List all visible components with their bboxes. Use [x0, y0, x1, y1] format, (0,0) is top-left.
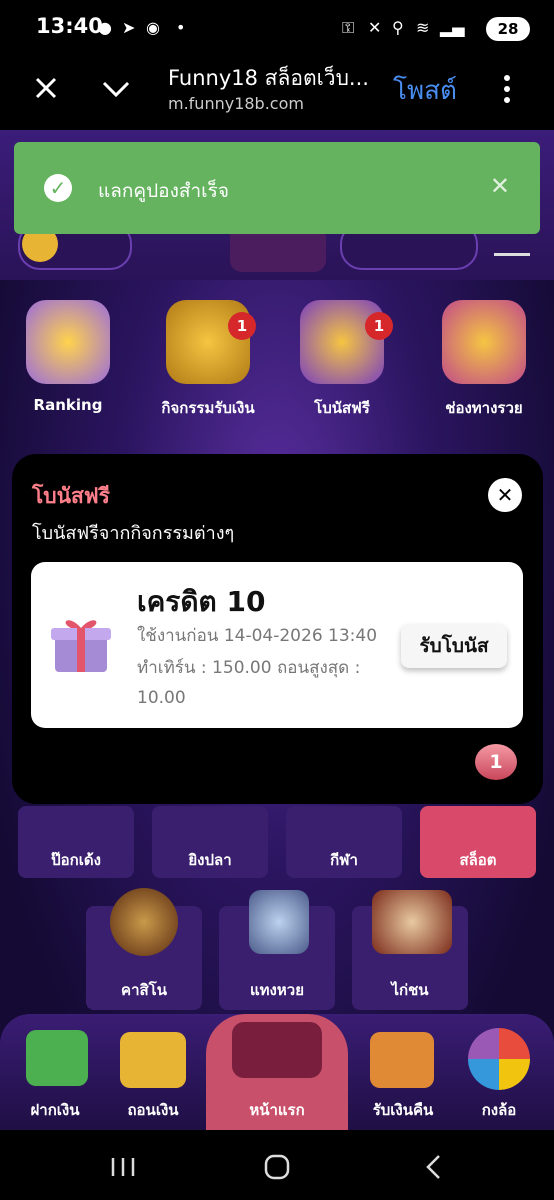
category-sports[interactable]: กีฬา: [286, 806, 402, 878]
coins-icon: [120, 1032, 186, 1088]
mute-icon: ✕: [368, 18, 382, 37]
bottom-nav: ฝากเงิน ถอนเงิน หน้าแรก รับเงินคืน กงล้อ: [0, 1014, 554, 1130]
browser-toolbar: Funny18 สล็อตเว็บ... m.funny18b.com โพสต…: [0, 60, 554, 130]
close-icon[interactable]: ✕: [490, 172, 510, 200]
system-nav-bar: [0, 1130, 554, 1200]
telegram-icon: ➤: [122, 18, 136, 37]
category-cockfight[interactable]: ไก่ชน: [352, 890, 468, 1010]
location-icon: ⚲: [392, 18, 404, 37]
expiry-text: ใช้งานก่อน 14-04-2026 13:40: [137, 626, 378, 646]
close-button[interactable]: ✕: [488, 478, 522, 512]
category-fishing[interactable]: ยิงปลา: [152, 806, 268, 878]
roulette-icon: [110, 888, 178, 956]
menu-rich-channel[interactable]: ช่องทางรวย: [424, 300, 544, 420]
nav-wheel[interactable]: กงล้อ: [444, 1014, 554, 1130]
recents-icon[interactable]: [110, 1156, 136, 1178]
dot-icon: •: [176, 18, 186, 37]
menu-label: Ranking: [33, 396, 103, 414]
treasure-icon: [300, 300, 384, 384]
modal-subtitle: โบนัสฟรีจากกิจกรรมต่างๆ: [32, 523, 235, 544]
menu-label: ช่องทางรวย: [445, 399, 523, 417]
line-icon: ◉: [146, 18, 160, 37]
category-pokdeng[interactable]: ป๊อกเด้ง: [18, 806, 134, 878]
chat-icon: ●: [98, 18, 112, 37]
success-toast: ✓ แลกคูปองสำเร็จ ✕: [14, 142, 540, 234]
check-icon: ✓: [44, 174, 72, 202]
menu-ranking[interactable]: Ranking: [8, 300, 128, 414]
coins-stack-icon: [442, 300, 526, 384]
battery-icon: 28: [486, 17, 530, 41]
trophy-icon: [26, 300, 110, 384]
category-casino[interactable]: คาสิโน: [86, 888, 202, 1010]
credit-amount: เครดิต 10: [137, 585, 266, 618]
nav-home[interactable]: หน้าแรก: [206, 1014, 348, 1130]
wifi-icon: ≋: [416, 18, 430, 37]
nav-withdraw[interactable]: ถอนเงิน: [98, 1014, 208, 1130]
menu-label: กิจกรรมรับเงิน: [161, 399, 255, 417]
notification-badge: 1: [228, 312, 256, 340]
chevron-down-icon[interactable]: [102, 80, 130, 98]
nav-deposit[interactable]: ฝากเงิน: [0, 1014, 110, 1130]
toast-message: แลกคูปองสำเร็จ: [98, 180, 229, 202]
money-icon: [26, 1030, 88, 1086]
page-title: Funny18 สล็อตเว็บ...: [168, 66, 369, 90]
category-slots[interactable]: สล็อต: [420, 806, 536, 878]
wheel-icon: [468, 1028, 530, 1090]
free-bonus-modal: โบนัสฟรี โบนัสฟรีจากกิจกรรมต่างๆ ✕ เครดิ…: [12, 454, 543, 804]
gift-icon: [51, 620, 111, 672]
close-icon[interactable]: [34, 76, 58, 100]
status-time: 13:40: [36, 14, 103, 38]
lottery-machine-icon: [249, 890, 309, 954]
claim-bonus-button[interactable]: รับโบนัส: [401, 624, 507, 668]
key-icon: ⚿: [342, 18, 355, 37]
rooster-icon: [372, 890, 452, 954]
status-bar: 13:40 ● ➤ ◉ • ⚿ ✕ ⚲ ≋ ▂▄ 28: [0, 0, 554, 60]
modal-title: โบนัสฟรี: [32, 484, 110, 508]
menu-label: โบนัสฟรี: [314, 399, 370, 417]
cashback-icon: [370, 1032, 434, 1088]
page-url[interactable]: m.funny18b.com: [168, 94, 304, 113]
nav-cashback[interactable]: รับเงินคืน: [348, 1014, 458, 1130]
bonus-card: เครดิต 10 ใช้งานก่อน 14-04-2026 13:40 ทำ…: [31, 562, 523, 728]
home-icon[interactable]: [264, 1154, 290, 1180]
turnover-text: ทำเทิร์น : 150.00 ถอนสูงสุด :: [137, 658, 361, 678]
post-button[interactable]: โพสต์: [393, 70, 457, 111]
back-icon[interactable]: [424, 1154, 442, 1180]
more-vert-icon[interactable]: [502, 74, 512, 104]
max-withdraw-value: 10.00: [137, 688, 186, 708]
signal-icon: ▂▄: [440, 18, 465, 37]
logo-funny: [232, 1022, 322, 1078]
category-lottery[interactable]: แทงหวย: [219, 890, 335, 1010]
notification-badge: 1: [365, 312, 393, 340]
page-indicator-badge[interactable]: 1: [475, 744, 517, 780]
